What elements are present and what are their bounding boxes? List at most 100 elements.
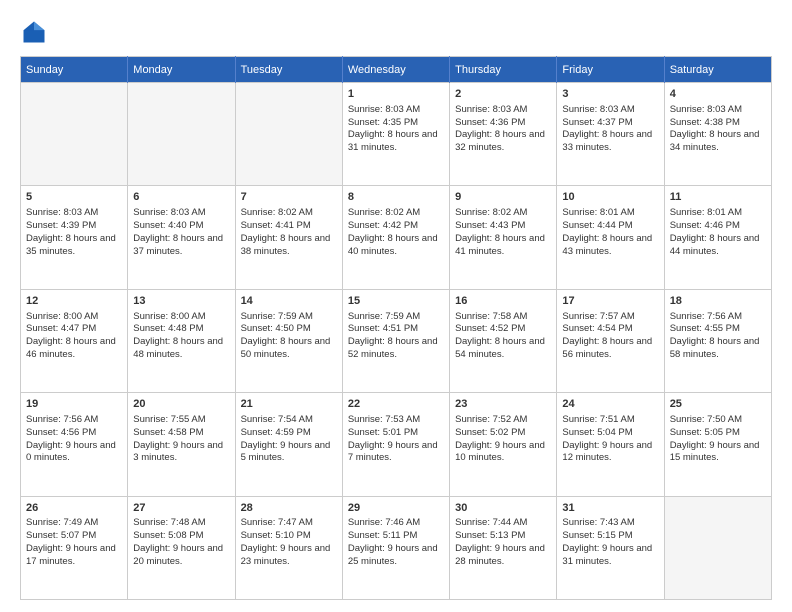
day-info: Sunrise: 8:00 AM Sunset: 4:48 PM Dayligh…	[133, 311, 229, 362]
day-info: Sunrise: 7:57 AM Sunset: 4:54 PM Dayligh…	[562, 311, 658, 362]
calendar-week-4: 26Sunrise: 7:49 AM Sunset: 5:07 PM Dayli…	[21, 496, 772, 599]
calendar-header-row: SundayMondayTuesdayWednesdayThursdayFrid…	[21, 57, 772, 83]
day-info: Sunrise: 7:50 AM Sunset: 5:05 PM Dayligh…	[670, 414, 766, 465]
day-number: 7	[241, 190, 337, 205]
day-info: Sunrise: 7:58 AM Sunset: 4:52 PM Dayligh…	[455, 311, 551, 362]
day-info: Sunrise: 7:59 AM Sunset: 4:50 PM Dayligh…	[241, 311, 337, 362]
day-number: 1	[348, 87, 444, 102]
day-number: 31	[562, 501, 658, 516]
weekday-header-monday: Monday	[128, 57, 235, 83]
calendar-cell: 18 Sunrise: 7:56 AM Sunset: 4:55 PM Dayli…	[664, 289, 771, 392]
calendar-cell	[128, 83, 235, 186]
day-number: 18	[670, 294, 766, 309]
day-info: Sunrise: 7:52 AM Sunset: 5:02 PM Dayligh…	[455, 414, 551, 465]
day-info: Sunrise: 8:01 AM Sunset: 4:44 PM Dayligh…	[562, 207, 658, 258]
day-info: Sunrise: 8:03 AM Sunset: 4:38 PM Dayligh…	[670, 104, 766, 155]
day-number: 14	[241, 294, 337, 309]
calendar-week-0: 1Sunrise: 8:03 AM Sunset: 4:35 PM Daylig…	[21, 83, 772, 186]
weekday-header-friday: Friday	[557, 57, 664, 83]
day-number: 28	[241, 501, 337, 516]
calendar-week-1: 5Sunrise: 8:03 AM Sunset: 4:39 PM Daylig…	[21, 186, 772, 289]
day-number: 23	[455, 397, 551, 412]
calendar-cell: 20 Sunrise: 7:55 AM Sunset: 4:58 PM Dayli…	[128, 393, 235, 496]
day-info: Sunrise: 7:47 AM Sunset: 5:10 PM Dayligh…	[241, 517, 337, 568]
weekday-header-thursday: Thursday	[450, 57, 557, 83]
calendar-cell: 10 Sunrise: 8:01 AM Sunset: 4:44 PM Dayli…	[557, 186, 664, 289]
calendar-week-3: 19 Sunrise: 7:56 AM Sunset: 4:56 PM Dayli…	[21, 393, 772, 496]
calendar-cell: 29Sunrise: 7:46 AM Sunset: 5:11 PM Dayli…	[342, 496, 449, 599]
day-number: 24	[562, 397, 658, 412]
day-number: 12	[26, 294, 122, 309]
day-info: Sunrise: 8:01 AM Sunset: 4:46 PM Dayligh…	[670, 207, 766, 258]
day-number: 3	[562, 87, 658, 102]
day-number: 4	[670, 87, 766, 102]
day-number: 6	[133, 190, 229, 205]
day-number: 26	[26, 501, 122, 516]
weekday-header-saturday: Saturday	[664, 57, 771, 83]
day-info: Sunrise: 7:53 AM Sunset: 5:01 PM Dayligh…	[348, 414, 444, 465]
calendar-cell: 12Sunrise: 8:00 AM Sunset: 4:47 PM Dayli…	[21, 289, 128, 392]
day-number: 15	[348, 294, 444, 309]
calendar-cell: 17Sunrise: 7:57 AM Sunset: 4:54 PM Dayli…	[557, 289, 664, 392]
day-number: 20	[133, 397, 229, 412]
day-info: Sunrise: 7:43 AM Sunset: 5:15 PM Dayligh…	[562, 517, 658, 568]
calendar-cell: 24 Sunrise: 7:51 AM Sunset: 5:04 PM Dayli…	[557, 393, 664, 496]
calendar-cell: 7 Sunrise: 8:02 AM Sunset: 4:41 PM Daylig…	[235, 186, 342, 289]
day-number: 13	[133, 294, 229, 309]
day-info: Sunrise: 8:02 AM Sunset: 4:43 PM Dayligh…	[455, 207, 551, 258]
calendar-cell: 26Sunrise: 7:49 AM Sunset: 5:07 PM Dayli…	[21, 496, 128, 599]
header	[20, 18, 772, 46]
day-info: Sunrise: 8:03 AM Sunset: 4:40 PM Dayligh…	[133, 207, 229, 258]
day-number: 11	[670, 190, 766, 205]
day-info: Sunrise: 7:46 AM Sunset: 5:11 PM Dayligh…	[348, 517, 444, 568]
day-info: Sunrise: 7:44 AM Sunset: 5:13 PM Dayligh…	[455, 517, 551, 568]
day-number: 10	[562, 190, 658, 205]
calendar-table: SundayMondayTuesdayWednesdayThursdayFrid…	[20, 56, 772, 600]
day-number: 21	[241, 397, 337, 412]
day-number: 8	[348, 190, 444, 205]
calendar-cell	[664, 496, 771, 599]
calendar-cell	[21, 83, 128, 186]
calendar-cell: 13 Sunrise: 8:00 AM Sunset: 4:48 PM Dayli…	[128, 289, 235, 392]
logo	[20, 18, 52, 46]
day-info: Sunrise: 8:03 AM Sunset: 4:36 PM Dayligh…	[455, 104, 551, 155]
day-info: Sunrise: 8:02 AM Sunset: 4:41 PM Dayligh…	[241, 207, 337, 258]
day-number: 16	[455, 294, 551, 309]
calendar-cell: 3Sunrise: 8:03 AM Sunset: 4:37 PM Daylig…	[557, 83, 664, 186]
day-info: Sunrise: 8:02 AM Sunset: 4:42 PM Dayligh…	[348, 207, 444, 258]
calendar-cell: 2 Sunrise: 8:03 AM Sunset: 4:36 PM Daylig…	[450, 83, 557, 186]
calendar-cell: 19 Sunrise: 7:56 AM Sunset: 4:56 PM Dayli…	[21, 393, 128, 496]
day-number: 22	[348, 397, 444, 412]
calendar-cell: 21Sunrise: 7:54 AM Sunset: 4:59 PM Dayli…	[235, 393, 342, 496]
day-info: Sunrise: 7:56 AM Sunset: 4:55 PM Dayligh…	[670, 311, 766, 362]
logo-icon	[20, 18, 48, 46]
page: SundayMondayTuesdayWednesdayThursdayFrid…	[0, 0, 792, 612]
calendar-cell: 22 Sunrise: 7:53 AM Sunset: 5:01 PM Dayli…	[342, 393, 449, 496]
day-number: 25	[670, 397, 766, 412]
calendar-cell	[235, 83, 342, 186]
calendar-week-2: 12Sunrise: 8:00 AM Sunset: 4:47 PM Dayli…	[21, 289, 772, 392]
calendar-cell: 6 Sunrise: 8:03 AM Sunset: 4:40 PM Daylig…	[128, 186, 235, 289]
day-info: Sunrise: 8:03 AM Sunset: 4:39 PM Dayligh…	[26, 207, 122, 258]
day-number: 9	[455, 190, 551, 205]
calendar-cell: 4 Sunrise: 8:03 AM Sunset: 4:38 PM Daylig…	[664, 83, 771, 186]
calendar-cell: 5Sunrise: 8:03 AM Sunset: 4:39 PM Daylig…	[21, 186, 128, 289]
day-info: Sunrise: 7:51 AM Sunset: 5:04 PM Dayligh…	[562, 414, 658, 465]
weekday-header-wednesday: Wednesday	[342, 57, 449, 83]
calendar-cell: 1Sunrise: 8:03 AM Sunset: 4:35 PM Daylig…	[342, 83, 449, 186]
calendar-cell: 14 Sunrise: 7:59 AM Sunset: 4:50 PM Dayli…	[235, 289, 342, 392]
calendar-cell: 27Sunrise: 7:48 AM Sunset: 5:08 PM Dayli…	[128, 496, 235, 599]
day-number: 27	[133, 501, 229, 516]
calendar-cell: 8 Sunrise: 8:02 AM Sunset: 4:42 PM Daylig…	[342, 186, 449, 289]
day-number: 2	[455, 87, 551, 102]
day-info: Sunrise: 7:55 AM Sunset: 4:58 PM Dayligh…	[133, 414, 229, 465]
day-info: Sunrise: 7:59 AM Sunset: 4:51 PM Dayligh…	[348, 311, 444, 362]
day-info: Sunrise: 7:49 AM Sunset: 5:07 PM Dayligh…	[26, 517, 122, 568]
calendar-cell: 31Sunrise: 7:43 AM Sunset: 5:15 PM Dayli…	[557, 496, 664, 599]
day-number: 19	[26, 397, 122, 412]
day-info: Sunrise: 7:56 AM Sunset: 4:56 PM Dayligh…	[26, 414, 122, 465]
calendar-cell: 28Sunrise: 7:47 AM Sunset: 5:10 PM Dayli…	[235, 496, 342, 599]
calendar-cell: 15 Sunrise: 7:59 AM Sunset: 4:51 PM Dayli…	[342, 289, 449, 392]
weekday-header-tuesday: Tuesday	[235, 57, 342, 83]
calendar-cell: 23 Sunrise: 7:52 AM Sunset: 5:02 PM Dayli…	[450, 393, 557, 496]
